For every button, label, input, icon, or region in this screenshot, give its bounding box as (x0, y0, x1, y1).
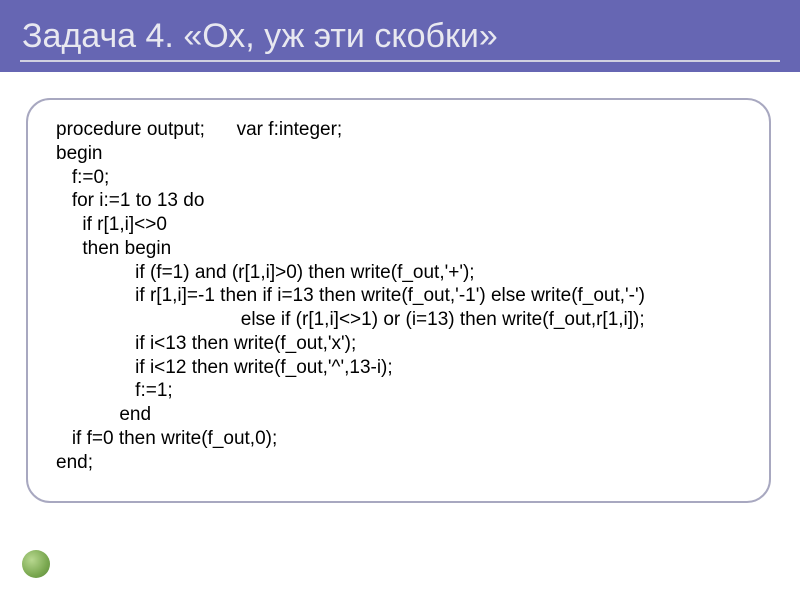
slide-title: Задача 4. «Ох, уж эти скобки» (22, 17, 498, 56)
code-line: procedure output; var f:integer; (56, 118, 753, 142)
code-line: if r[1,i]=-1 then if i=13 then write(f_o… (56, 284, 753, 308)
code-line: end (56, 403, 753, 427)
code-line: else if (r[1,i]<>1) or (i=13) then write… (56, 308, 753, 332)
code-line: if f=0 then write(f_out,0); (56, 427, 753, 451)
code-line: then begin (56, 237, 753, 261)
header-underline (20, 60, 780, 62)
code-line: begin (56, 142, 753, 166)
slide-header: Задача 4. «Ох, уж эти скобки» (0, 0, 800, 72)
code-line: f:=1; (56, 379, 753, 403)
code-line: if (f=1) and (r[1,i]>0) then write(f_out… (56, 261, 753, 285)
code-panel: procedure output; var f:integer; begin f… (26, 98, 771, 503)
code-line: f:=0; (56, 166, 753, 190)
code-line: for i:=1 to 13 do (56, 189, 753, 213)
code-line: if i<12 then write(f_out,'^',13-i); (56, 356, 753, 380)
code-line: end; (56, 451, 753, 475)
code-line: if i<13 then write(f_out,'x'); (56, 332, 753, 356)
code-line: if r[1,i]<>0 (56, 213, 753, 237)
bullet-icon (22, 550, 50, 578)
